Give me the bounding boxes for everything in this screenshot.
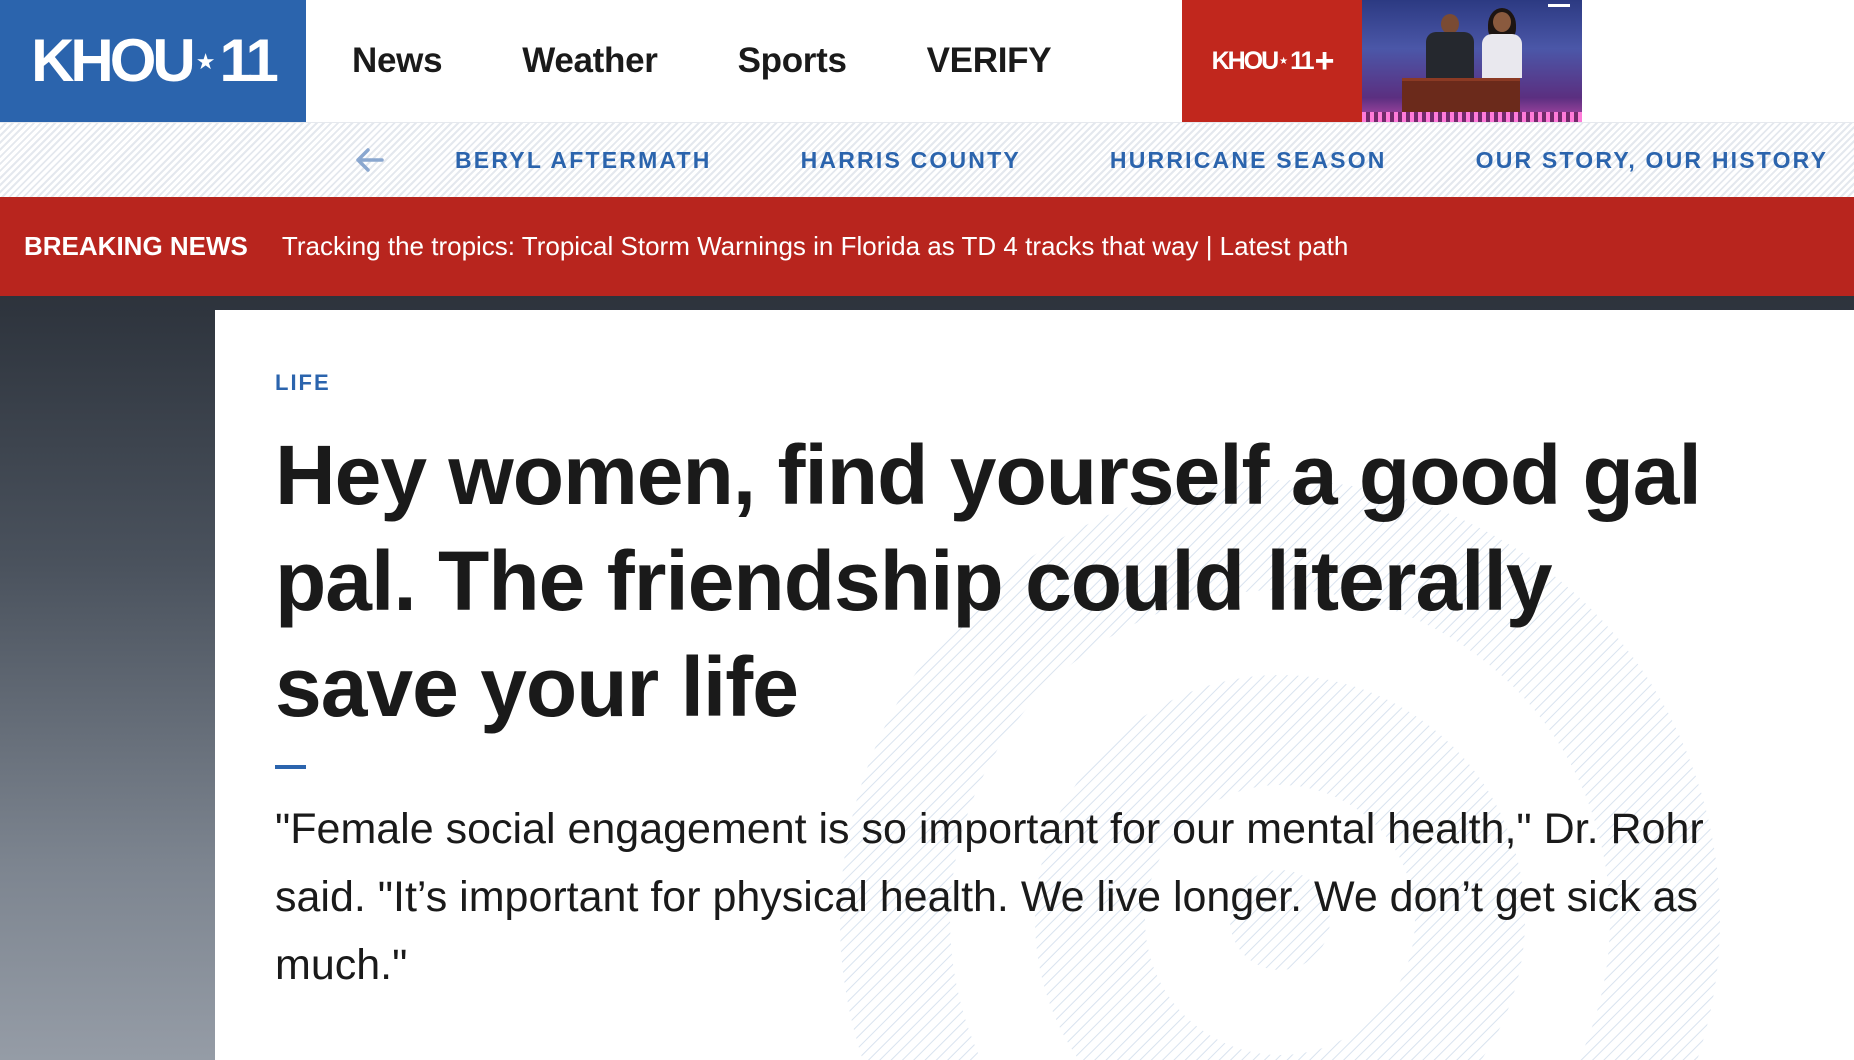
topic-our-story[interactable]: OUR STORY, OUR HISTORY (1476, 147, 1829, 174)
plus-icon: + (1314, 41, 1335, 80)
topic-beryl-aftermath[interactable]: BERYL AFTERMATH (455, 147, 712, 174)
topic-harris-county[interactable]: HARRIS COUNTY (801, 147, 1021, 174)
nav-verify[interactable]: VERIFY (927, 41, 1052, 81)
topic-nav: BERYL AFTERMATH HARRIS COUNTY HURRICANE … (0, 122, 1854, 197)
logo-wordmark: KHOU ★11 (31, 27, 279, 94)
star-icon: ★ (195, 49, 216, 75)
article-category[interactable]: LIFE (275, 370, 331, 396)
article-card: LIFE Hey women, find yourself a good gal… (215, 310, 1854, 1060)
star-icon: ★ (1279, 56, 1289, 68)
main-nav: News Weather Sports VERIFY (352, 0, 1052, 122)
nav-news[interactable]: News (352, 41, 443, 81)
arrow-left-icon[interactable] (352, 143, 386, 177)
breaking-news-banner[interactable]: BREAKING NEWS Tracking the tropics: Trop… (0, 197, 1854, 296)
nav-sports[interactable]: Sports (738, 41, 847, 81)
live-video-thumbnail[interactable] (1362, 0, 1582, 122)
breaking-news-label: BREAKING NEWS (24, 231, 248, 261)
article-headline: Hey women, find yourself a good gal pal.… (275, 428, 1702, 734)
topic-hurricane-season[interactable]: HURRICANE SEASON (1110, 147, 1387, 174)
minimize-icon[interactable] (1548, 4, 1570, 7)
headline-divider (275, 765, 306, 769)
video-person-man (1426, 14, 1474, 80)
video-person-woman (1480, 8, 1524, 78)
video-stage-lights (1362, 112, 1582, 122)
site-logo[interactable]: KHOU ★11 (0, 0, 306, 122)
nav-weather[interactable]: Weather (522, 41, 658, 81)
breaking-news-headline[interactable]: Tracking the tropics: Tropical Storm War… (282, 231, 1348, 262)
article-summary: "Female social engagement is so importan… (275, 805, 1704, 989)
khou-plus-logo: KHOU ★11+ (1211, 41, 1335, 80)
khou-plus-button[interactable]: KHOU ★11+ (1182, 0, 1362, 122)
site-header: KHOU ★11 News Weather Sports VERIFY KHOU ★… (0, 0, 1854, 122)
